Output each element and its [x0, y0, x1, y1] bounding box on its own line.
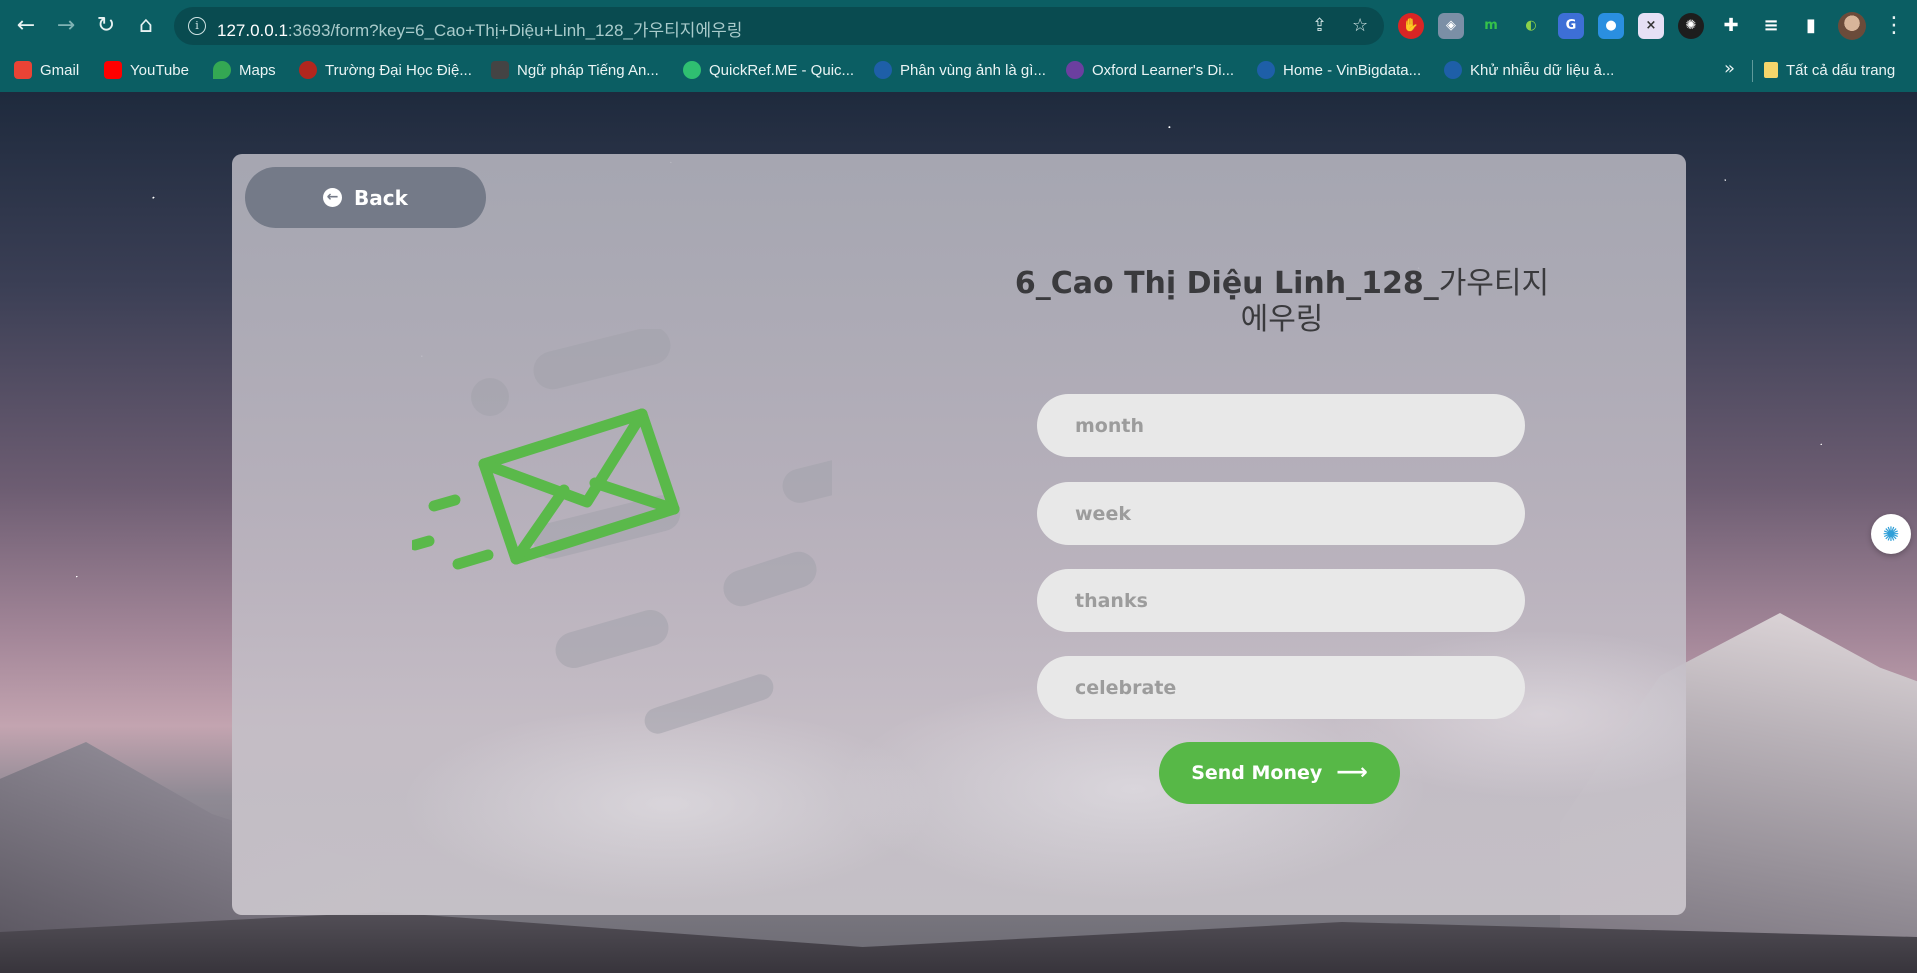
url-host: 127.0.0.1 — [217, 21, 288, 40]
shield-extension-icon[interactable]: ◈ — [1438, 13, 1464, 39]
bookmark-grammar[interactable]: Ngữ pháp Tiếng An... — [491, 58, 659, 82]
arrow-right-icon: ⟶ — [1336, 760, 1368, 785]
streak — [644, 674, 774, 734]
maps-pin-icon — [213, 61, 231, 79]
puzzle-extensions-icon[interactable]: ✚ — [1718, 13, 1744, 39]
browser-menu-icon[interactable]: ⋮ — [1883, 11, 1905, 41]
bookmark-label: Maps — [239, 61, 276, 79]
bookmark-segmentation[interactable]: Phân vùng ảnh là gì... — [874, 58, 1046, 82]
bookmarks-bar: Gmail YouTube Maps Trường Đại Học Điệ...… — [0, 52, 1917, 88]
media-queue-icon[interactable]: ≡ — [1758, 13, 1784, 39]
oxford-icon — [1066, 61, 1084, 79]
openai-extension-icon[interactable]: ✺ — [1678, 13, 1704, 39]
quickref-icon — [683, 61, 701, 79]
send-money-button[interactable]: Send Money ⟶ — [1159, 742, 1400, 804]
back-button[interactable]: ← Back — [245, 167, 486, 228]
bookmark-university[interactable]: Trường Đại Học Điệ... — [299, 58, 472, 82]
address-bar[interactable]: i 127.0.0.1:3693/form?key=6_Cao+Thị+Diệu… — [174, 7, 1384, 45]
month-input[interactable] — [1037, 394, 1525, 457]
streak — [723, 551, 817, 607]
speed-lines — [412, 494, 494, 570]
bookmark-label: YouTube — [130, 61, 189, 79]
side-panel-icon[interactable]: ▮ — [1798, 13, 1824, 39]
bookmarks-divider — [1752, 60, 1753, 82]
home-icon[interactable]: ⌂ — [130, 10, 162, 42]
profile-avatar[interactable] — [1838, 12, 1866, 40]
heart-site-icon — [874, 61, 892, 79]
translate-extension-icon[interactable]: G — [1558, 13, 1584, 39]
streak — [471, 378, 509, 416]
bookmark-maps[interactable]: Maps — [213, 58, 276, 82]
streak — [782, 458, 832, 503]
thanks-input[interactable] — [1037, 569, 1525, 632]
bookmark-gmail[interactable]: Gmail — [14, 58, 79, 82]
bookmark-label: Ngữ pháp Tiếng An... — [517, 61, 659, 79]
forward-arrow-icon[interactable]: → — [50, 10, 82, 42]
url-path: :3693/form?key=6_Cao+Thị+Diệu+Linh_128_가… — [287, 21, 743, 40]
bookmark-label: Khử nhiễu dữ liệu ả... — [1470, 61, 1615, 79]
flying-envelope-illustration — [412, 329, 832, 734]
send-money-label: Send Money — [1191, 762, 1323, 784]
form-title-name: 6_Cao Thị Diệu Linh_128_ — [1014, 266, 1439, 301]
drop-extension-icon[interactable]: ● — [1598, 13, 1624, 39]
form-title: 6_Cao Thị Diệu Linh_128_가우티지에우링 — [1012, 266, 1552, 338]
bookmark-label: QuickRef.ME - Quic... — [709, 61, 855, 79]
motion-streaks — [471, 329, 832, 734]
streak — [533, 329, 671, 390]
page-viewport: ← Back 6_Cao Thị Diệu Linh_128_가우티지에우링 m… — [0, 92, 1917, 973]
bookmark-youtube[interactable]: YouTube — [104, 58, 189, 82]
reload-icon[interactable]: ↻ — [90, 10, 122, 42]
grammar-site-icon — [491, 61, 509, 79]
bookmark-oxford[interactable]: Oxford Learner's Di... — [1066, 58, 1234, 82]
assistant-bubble-icon[interactable]: ✺ — [1871, 514, 1911, 554]
week-input[interactable] — [1037, 482, 1525, 545]
globe-extension-icon[interactable]: ◐ — [1518, 13, 1544, 39]
gmail-icon — [14, 61, 32, 79]
share-icon[interactable]: ⇪ — [1312, 15, 1327, 37]
bookmark-label: Oxford Learner's Di... — [1092, 61, 1235, 79]
bookmark-denoise[interactable]: Khử nhiễu dữ liệu ả... — [1444, 58, 1614, 82]
browser-chrome: ← → ↻ ⌂ i 127.0.0.1:3693/form?key=6_Cao+… — [0, 0, 1917, 92]
url-text[interactable]: 127.0.0.1:3693/form?key=6_Cao+Thị+Diệu+L… — [217, 16, 742, 41]
heart-site-icon — [1444, 61, 1462, 79]
bookmark-quickref[interactable]: QuickRef.ME - Quic... — [683, 58, 854, 82]
face-extension-icon[interactable]: × — [1638, 13, 1664, 39]
bookmark-star-icon[interactable]: ☆ — [1352, 15, 1368, 37]
m-extension-icon[interactable]: m — [1478, 13, 1504, 39]
adblock-extension-icon[interactable]: ✋ — [1398, 13, 1424, 39]
all-bookmarks-button[interactable]: Tất cả dấu trang — [1764, 58, 1895, 82]
browser-toolbar: ← → ↻ ⌂ i 127.0.0.1:3693/form?key=6_Cao+… — [0, 0, 1917, 52]
folder-icon — [1764, 62, 1778, 78]
arrow-left-circle-icon: ← — [323, 188, 343, 207]
celebrate-input[interactable] — [1037, 656, 1525, 719]
form-card: ← Back 6_Cao Thị Diệu Linh_128_가우티지에우링 m… — [232, 154, 1686, 915]
bookmark-label: Trường Đại Học Điệ... — [325, 61, 472, 79]
heart-site-icon — [1257, 61, 1275, 79]
bookmark-vinbigdata[interactable]: Home - VinBigdata... — [1257, 58, 1421, 82]
streak — [555, 609, 669, 669]
back-button-label: Back — [354, 185, 408, 210]
all-bookmarks-label: Tất cả dấu trang — [1786, 61, 1896, 79]
university-icon — [299, 61, 317, 79]
youtube-icon — [104, 61, 122, 79]
bookmark-label: Home - VinBigdata... — [1283, 61, 1422, 79]
bookmarks-overflow-button[interactable]: » — [1724, 58, 1735, 79]
bookmark-label: Gmail — [40, 61, 80, 79]
site-info-icon[interactable]: i — [188, 17, 206, 35]
bookmark-label: Phân vùng ảnh là gì... — [900, 61, 1046, 79]
envelope-icon — [478, 408, 680, 565]
back-arrow-icon[interactable]: ← — [10, 10, 42, 42]
